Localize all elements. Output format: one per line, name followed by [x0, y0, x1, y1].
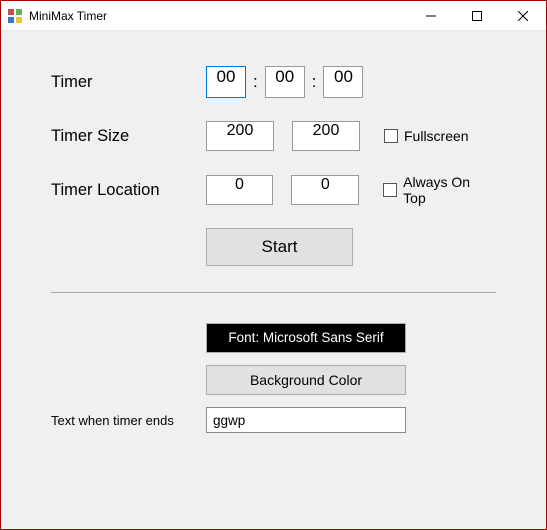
fullscreen-label: Fullscreen [404, 128, 469, 144]
window-title: MiniMax Timer [29, 9, 107, 23]
always-on-top-checkbox[interactable]: Always On Top [383, 174, 496, 206]
end-text-label: Text when timer ends [51, 413, 206, 428]
checkbox-icon [384, 129, 398, 143]
start-row: Start [51, 228, 496, 266]
timer-seconds-input[interactable]: 00 [323, 66, 363, 98]
app-icon [7, 8, 23, 24]
always-on-top-label: Always On Top [403, 174, 496, 206]
content-area: Timer 00 : 00 : 00 Timer Size 200 200 Fu… [1, 31, 546, 529]
font-button[interactable]: Font: Microsoft Sans Serif [206, 323, 406, 353]
timer-hours-input[interactable]: 00 [206, 66, 246, 98]
background-color-button[interactable]: Background Color [206, 365, 406, 395]
close-icon [518, 11, 528, 21]
timer-x-input[interactable]: 0 [206, 175, 274, 205]
timer-size-label: Timer Size [51, 127, 206, 146]
section-divider [51, 292, 496, 293]
timer-height-input[interactable]: 200 [292, 121, 360, 151]
time-separator: : [253, 72, 258, 92]
maximize-icon [472, 11, 482, 21]
minimize-button[interactable] [408, 1, 454, 31]
end-text-input[interactable] [206, 407, 406, 433]
fullscreen-checkbox[interactable]: Fullscreen [384, 128, 469, 144]
checkbox-icon [383, 183, 397, 197]
timer-location-row: Timer Location 0 0 Always On Top [51, 174, 496, 206]
start-button[interactable]: Start [206, 228, 353, 266]
end-text-row: Text when timer ends [51, 407, 496, 433]
timer-row: Timer 00 : 00 : 00 [51, 66, 496, 98]
timer-location-label: Timer Location [51, 181, 206, 200]
time-separator: : [312, 72, 317, 92]
minimize-icon [426, 11, 436, 21]
timer-label: Timer [51, 73, 206, 92]
timer-width-input[interactable]: 200 [206, 121, 274, 151]
timer-minutes-input[interactable]: 00 [265, 66, 305, 98]
timer-size-row: Timer Size 200 200 Fullscreen [51, 120, 496, 152]
maximize-button[interactable] [454, 1, 500, 31]
timer-y-input[interactable]: 0 [291, 175, 359, 205]
close-button[interactable] [500, 1, 546, 31]
titlebar: MiniMax Timer [1, 1, 546, 31]
app-window: MiniMax Timer Timer 00 : 00 : 00 Timer S… [0, 0, 547, 530]
